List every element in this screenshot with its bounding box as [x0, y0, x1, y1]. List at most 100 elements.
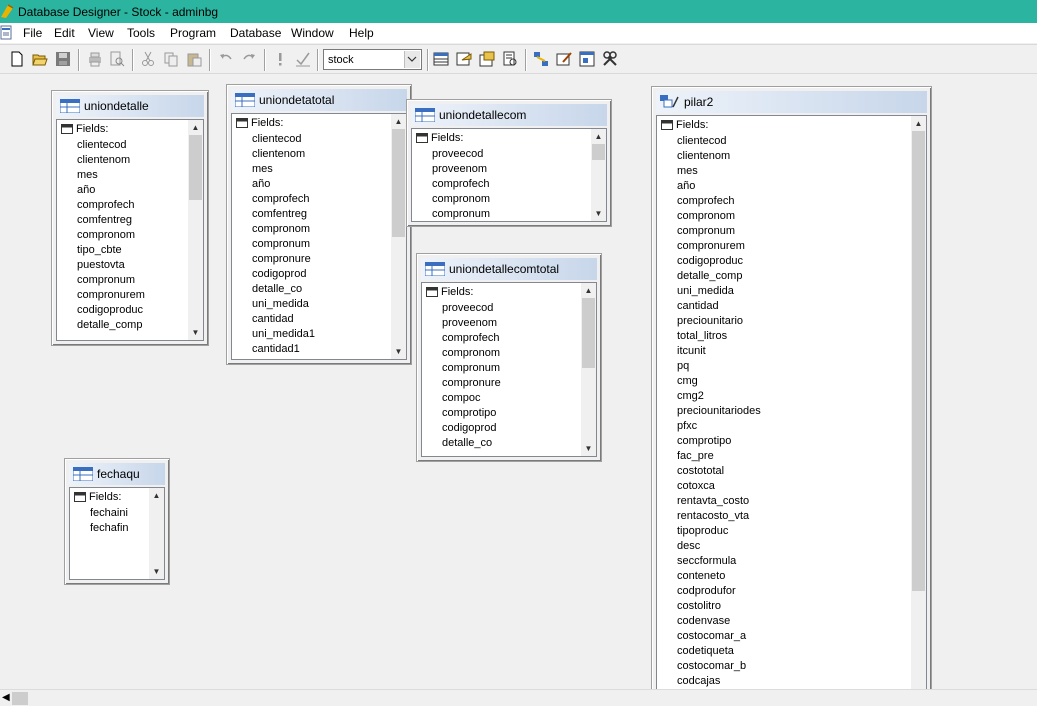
chevron-down-icon[interactable] [404, 51, 420, 68]
field-item[interactable]: compronum [677, 224, 761, 239]
print-icon[interactable] [87, 51, 103, 67]
field-item[interactable]: uni_medida [677, 284, 761, 299]
field-item[interactable]: detalle_co [252, 282, 315, 297]
field-item[interactable]: comprofech [432, 177, 490, 192]
field-item[interactable]: detalle_comp [77, 318, 145, 333]
menu-window[interactable]: Window [291, 26, 334, 40]
document-icon[interactable] [0, 25, 13, 41]
field-item[interactable]: proveecod [432, 147, 490, 162]
field-list[interactable]: Fields: fechaini fechafin ▲ ▼ [69, 487, 165, 580]
scroll-down-icon[interactable]: ▼ [391, 344, 406, 359]
field-item[interactable]: compronure [442, 376, 501, 391]
scroll-thumb[interactable] [582, 298, 595, 368]
field-item[interactable]: comfentreg [252, 207, 315, 222]
menu-view[interactable]: View [88, 26, 114, 40]
field-item[interactable]: costolitro [677, 599, 761, 614]
field-item[interactable]: seccformula [677, 554, 761, 569]
field-item[interactable]: fechaini [90, 506, 129, 521]
modify-table-icon[interactable] [456, 51, 472, 67]
vertical-scrollbar[interactable]: ▲ [911, 116, 926, 689]
scroll-up-icon[interactable]: ▲ [149, 488, 164, 503]
field-item[interactable]: uni_medida1 [252, 327, 315, 342]
field-item[interactable]: desc [677, 539, 761, 554]
run-icon[interactable] [272, 51, 288, 67]
table-window-uniondetalle[interactable]: uniondetalle Fields: clientecod clienteno… [51, 90, 209, 346]
field-item[interactable]: año [77, 183, 145, 198]
field-item[interactable]: codigoproduc [677, 254, 761, 269]
field-item[interactable]: compronum [442, 361, 501, 376]
field-item[interactable]: comprotipo [442, 406, 501, 421]
new-icon[interactable] [9, 51, 25, 67]
field-item[interactable]: compronurem [677, 239, 761, 254]
field-item[interactable]: codenvase [677, 614, 761, 629]
browse-table-icon[interactable] [433, 51, 449, 67]
field-item[interactable]: comprofech [677, 194, 761, 209]
scroll-down-icon[interactable]: ▼ [581, 441, 596, 456]
field-list[interactable]: Fields: clientecod clientenom mes año compro… [56, 119, 204, 341]
field-item[interactable]: codigoproduc [77, 303, 145, 318]
vertical-scrollbar[interactable]: ▲ ▼ [391, 114, 406, 359]
field-item[interactable]: preciounitario [677, 314, 761, 329]
field-item[interactable]: mes [252, 162, 315, 177]
field-item[interactable]: pfxc [677, 419, 761, 434]
redo-icon[interactable] [241, 51, 257, 67]
open-icon[interactable] [32, 51, 48, 67]
field-item[interactable]: compronure [252, 252, 315, 267]
field-list[interactable]: Fields: clientecod clientenom mes año compro… [656, 115, 927, 689]
field-item[interactable]: compronom [77, 228, 145, 243]
vertical-scrollbar[interactable]: ▲ ▼ [591, 129, 606, 221]
field-item[interactable]: costototal [677, 464, 761, 479]
scroll-up-icon[interactable]: ▲ [591, 129, 606, 144]
field-item[interactable]: compronum [252, 237, 315, 252]
field-item[interactable]: cmg2 [677, 389, 761, 404]
table-header[interactable]: uniondetallecom [411, 104, 607, 126]
field-item[interactable]: cantidad1 [252, 342, 315, 357]
cut-icon[interactable] [140, 51, 156, 67]
field-item[interactable]: cantidad [252, 312, 315, 327]
field-item[interactable]: fechafin [90, 521, 129, 536]
field-item[interactable]: clientenom [252, 147, 315, 162]
field-item[interactable]: proveenom [432, 162, 490, 177]
field-item[interactable]: cantidad [677, 299, 761, 314]
field-item[interactable]: codetiqueta [677, 644, 761, 659]
field-item[interactable]: compronom [677, 209, 761, 224]
field-item[interactable]: clientecod [77, 138, 145, 153]
print-preview-icon[interactable] [109, 51, 125, 67]
field-item[interactable]: año [677, 179, 761, 194]
field-item[interactable]: clientecod [252, 132, 315, 147]
field-item[interactable]: tipo_cbte [77, 243, 145, 258]
field-item[interactable]: rentacosto_vta [677, 509, 761, 524]
scroll-up-icon[interactable]: ▲ [188, 120, 203, 135]
field-item[interactable]: proveecod [442, 301, 501, 316]
table-window-pilar2[interactable]: pilar2 Fields: clientecod clientenom mes añ… [651, 86, 932, 689]
field-item[interactable]: mes [77, 168, 145, 183]
field-item[interactable]: codigoprod [252, 267, 315, 282]
field-item[interactable]: preciounitariodes [677, 404, 761, 419]
properties-icon[interactable] [479, 51, 495, 67]
check-icon[interactable] [295, 51, 311, 67]
field-item[interactable]: costocomar_a [677, 629, 761, 644]
menu-program[interactable]: Program [170, 26, 216, 40]
vertical-scrollbar[interactable]: ▲ ▼ [149, 488, 164, 579]
field-item[interactable]: comprotipo [677, 434, 761, 449]
field-item[interactable]: clientenom [77, 153, 145, 168]
table-header[interactable]: uniondetalle [56, 95, 204, 117]
form-icon[interactable] [579, 51, 595, 67]
table-header[interactable]: pilar2 [656, 91, 927, 113]
field-item[interactable]: compronom [252, 222, 315, 237]
scroll-thumb[interactable] [189, 135, 202, 200]
field-item[interactable]: puestovta [77, 258, 145, 273]
field-item[interactable]: clientecod [677, 134, 761, 149]
scroll-thumb[interactable] [12, 692, 28, 705]
vertical-scrollbar[interactable]: ▲ ▼ [581, 283, 596, 456]
undo-icon[interactable] [218, 51, 234, 67]
scroll-up-icon[interactable]: ▲ [391, 114, 406, 129]
field-item[interactable]: comfentreg [77, 213, 145, 228]
field-item[interactable]: clientenom [677, 149, 761, 164]
scroll-up-icon[interactable]: ▲ [911, 116, 926, 131]
table-window-uniondetallecom[interactable]: uniondetallecom Fields: proveecod proveen… [406, 99, 612, 227]
paste-icon[interactable] [186, 51, 202, 67]
field-item[interactable]: codigoprod [442, 421, 501, 436]
table-window-fechaqu[interactable]: fechaqu Fields: fechaini fechafin ▲ ▼ [64, 458, 170, 585]
menu-tools[interactable]: Tools [127, 26, 155, 40]
